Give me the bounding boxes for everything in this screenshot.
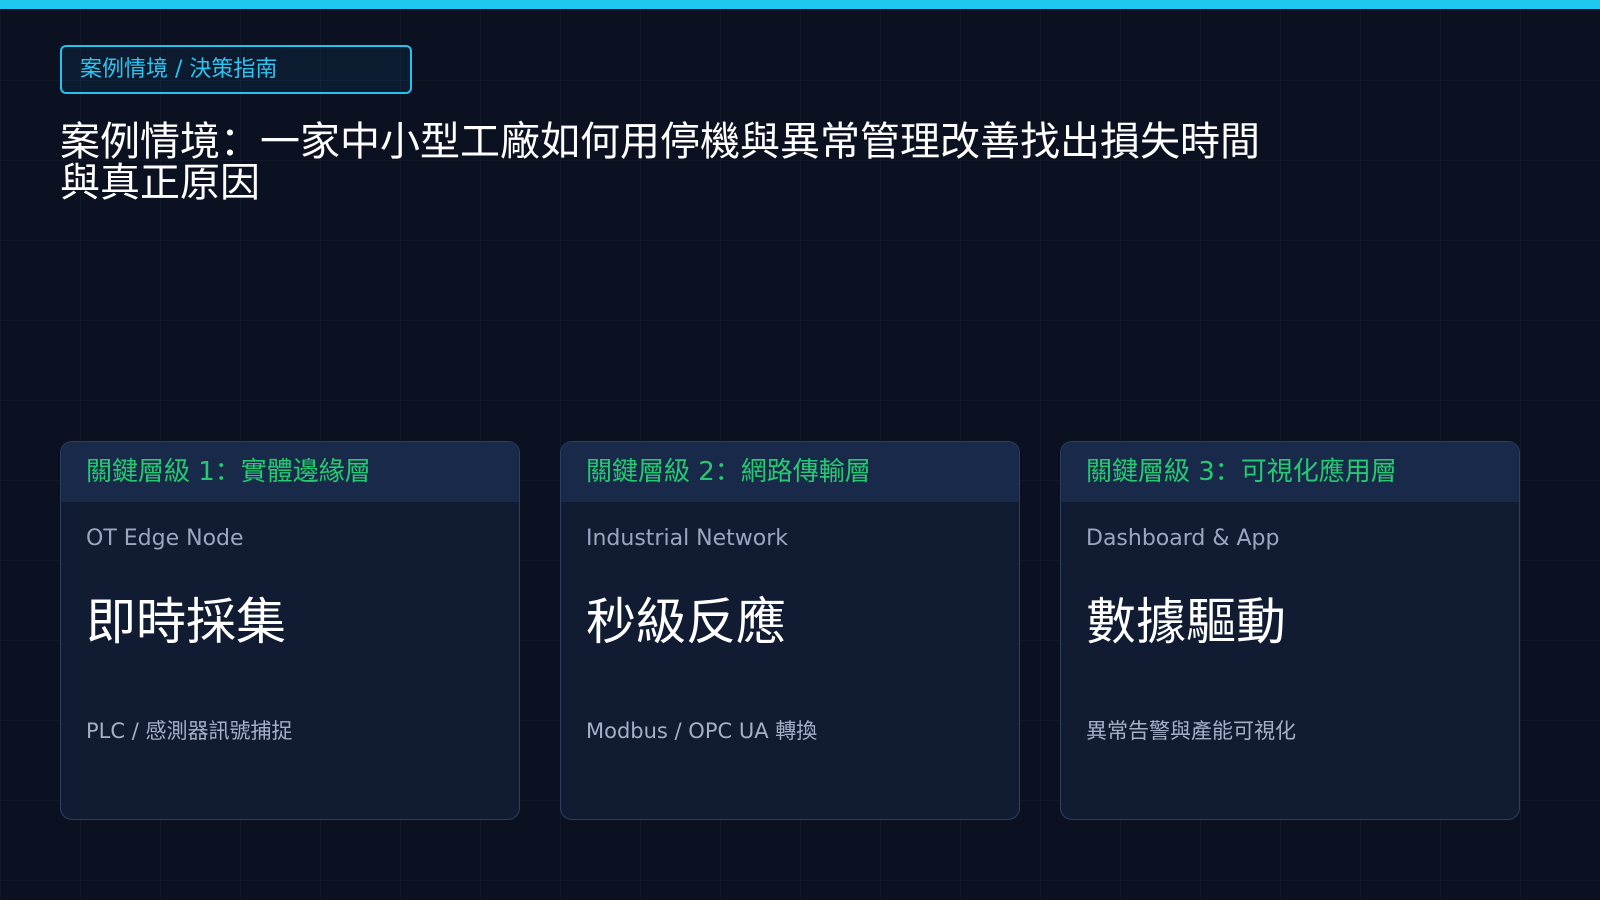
card-header: 關鍵層級 1：實體邊緣層 — [61, 442, 519, 502]
card-subtitle: OT Edge Node — [86, 526, 244, 551]
page-title: 案例情境：一家中小型工廠如何用停機與異常管理改善找出損失時間與真正原因 — [60, 119, 1260, 206]
layer-card-1: 關鍵層級 1：實體邊緣層 OT Edge Node 即時採集 PLC / 感測器… — [60, 441, 520, 820]
card-subtitle: Industrial Network — [586, 526, 789, 551]
card-description: 異常告警與產能可視化 — [1086, 719, 1296, 743]
card-header: 關鍵層級 2：網路傳輸層 — [561, 442, 1019, 502]
card-main-text: 數據驅動 — [1086, 593, 1286, 651]
layer-card-3: 關鍵層級 3：可視化應用層 Dashboard & App 數據驅動 異常告警與… — [1060, 441, 1520, 820]
card-main-text: 秒級反應 — [586, 593, 786, 651]
card-subtitle: Dashboard & App — [1086, 526, 1280, 551]
section-tag: 案例情境 / 決策指南 — [60, 45, 412, 94]
card-description: PLC / 感測器訊號捕捉 — [86, 719, 293, 743]
card-description: Modbus / OPC UA 轉換 — [586, 719, 818, 743]
card-header: 關鍵層級 3：可視化應用層 — [1061, 442, 1519, 502]
top-accent-bar — [0, 0, 1600, 9]
card-main-text: 即時採集 — [86, 593, 286, 651]
layer-card-2: 關鍵層級 2：網路傳輸層 Industrial Network 秒級反應 Mod… — [560, 441, 1020, 820]
